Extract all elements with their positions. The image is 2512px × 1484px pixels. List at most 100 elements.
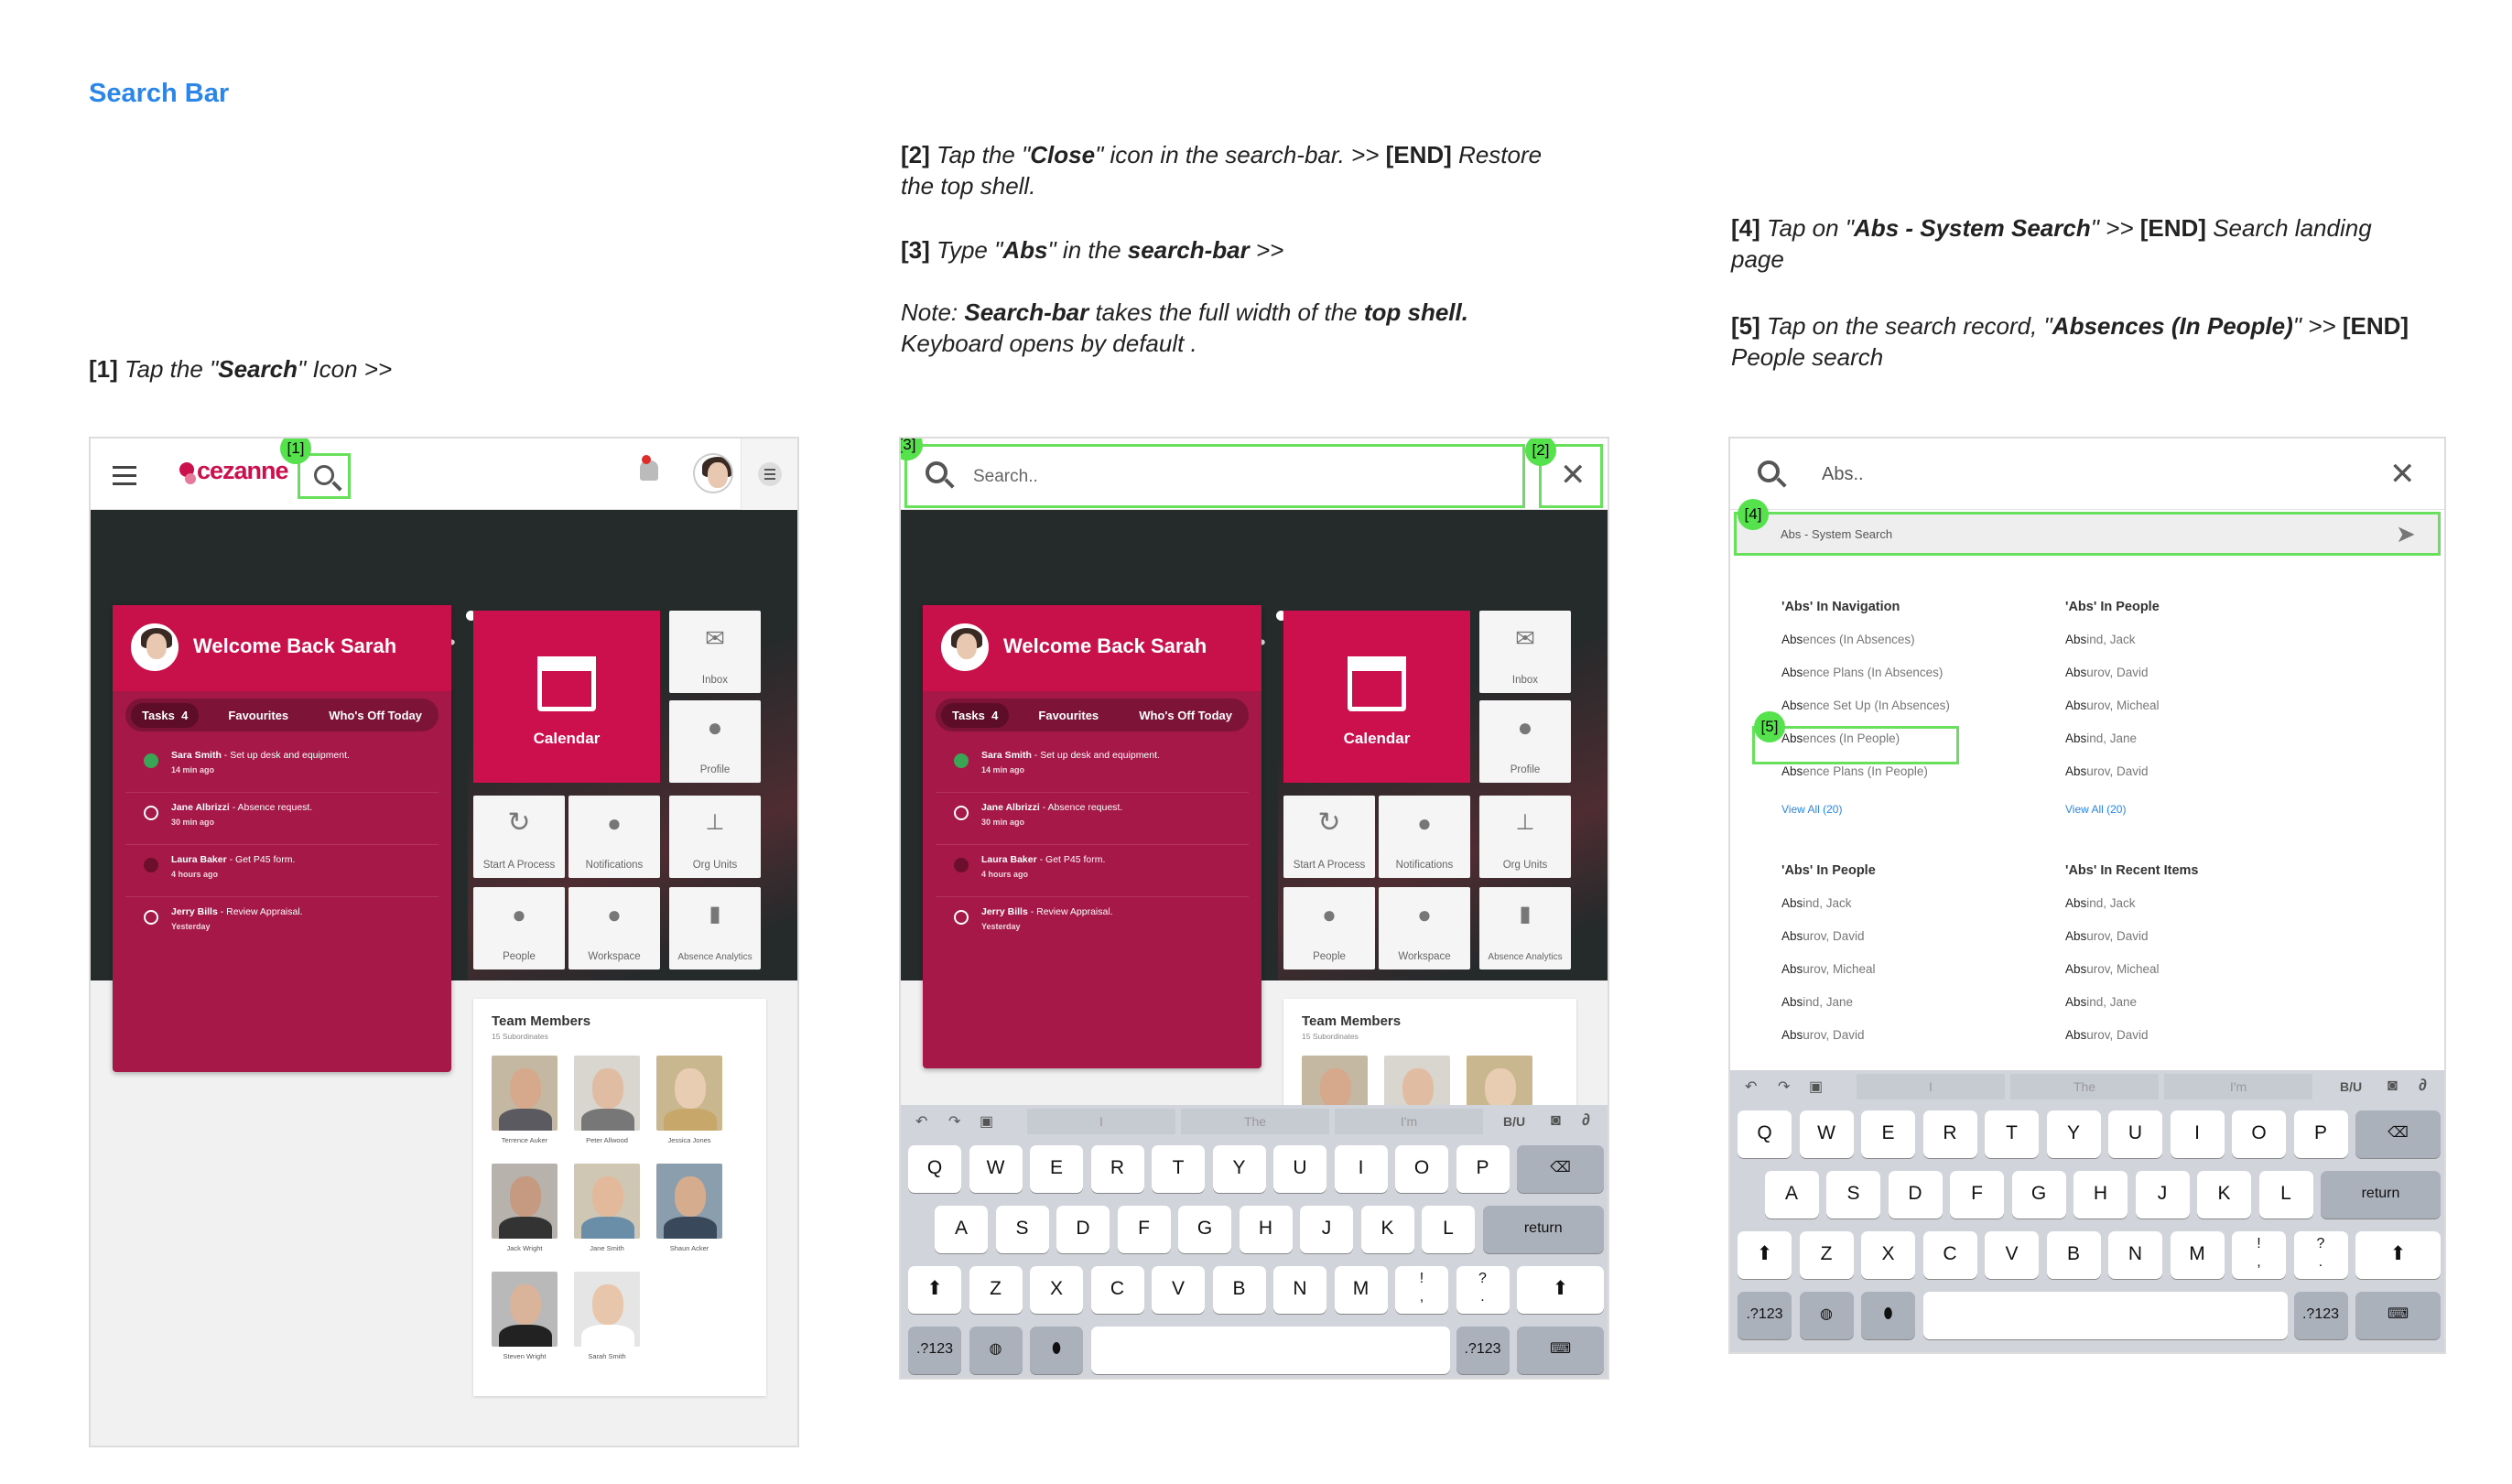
undo-icon[interactable]: ↶ <box>1745 1078 1757 1096</box>
tile-people[interactable]: ● People <box>473 887 565 969</box>
tile-profile[interactable]: ● Profile <box>669 700 761 783</box>
search-result-item[interactable]: Absurov, David <box>2065 666 2149 679</box>
team-member[interactable]: Shaun Acker <box>656 1164 722 1252</box>
key-u[interactable]: U <box>1273 1145 1326 1193</box>
key-w[interactable]: W <box>1799 1110 1854 1158</box>
user-avatar[interactable] <box>693 453 733 493</box>
search-icon[interactable] <box>314 465 334 485</box>
attachment-icon[interactable]: ∂ <box>2419 1076 2427 1095</box>
key-2[interactable]: C <box>1090 1266 1144 1314</box>
tile-start-a-process[interactable]: ↻ Start A Process <box>473 796 565 878</box>
format-button[interactable]: B/U <box>1503 1114 1525 1129</box>
shift-key[interactable]: ⬆ <box>908 1266 961 1314</box>
key-e[interactable]: E <box>1030 1145 1083 1193</box>
suggestion-item[interactable]: The <box>2010 1074 2159 1099</box>
tab-tasks[interactable]: Tasks 4 <box>131 702 200 728</box>
system-search-row[interactable]: Abs - System Search ➤ <box>1734 512 2441 556</box>
hide-keyboard-icon[interactable]: ⌨ <box>2355 1292 2441 1339</box>
key-e[interactable]: E <box>1861 1110 1915 1158</box>
key-d[interactable]: D <box>1888 1171 1943 1219</box>
backspace-key[interactable]: ⌫ <box>1517 1145 1604 1193</box>
redo-icon[interactable]: ↷ <box>1778 1078 1790 1096</box>
key-6[interactable]: M <box>2170 1231 2225 1279</box>
view-all-people-link[interactable]: View All (20) <box>2065 803 2126 816</box>
tab-tasks[interactable]: Tasks 4 <box>941 702 1010 728</box>
suggestion-item[interactable]: I'm <box>1335 1109 1483 1134</box>
numbers-key[interactable]: .?123 <box>908 1327 961 1374</box>
tile-profile[interactable]: ● Profile <box>1479 700 1571 783</box>
key-w[interactable]: W <box>969 1145 1023 1193</box>
view-all-nav-link[interactable]: View All (20) <box>1781 803 1842 816</box>
backspace-key[interactable]: ⌫ <box>2355 1110 2441 1158</box>
team-member[interactable]: Jack Wright <box>492 1164 558 1252</box>
suggestion-item[interactable]: The <box>1181 1109 1329 1134</box>
search-result-item[interactable]: Absind, Jack <box>1781 896 1852 910</box>
close-icon[interactable]: ✕ <box>1560 460 1586 491</box>
globe-icon[interactable]: ◍ <box>1799 1292 1854 1339</box>
task-item[interactable]: Jane Albrizzi - Absence request. 30 min a… <box>936 793 1249 845</box>
search-input[interactable]: Search.. <box>973 467 1038 487</box>
list-menu-icon[interactable] <box>741 439 797 510</box>
tile-inbox[interactable]: ✉ Inbox <box>669 611 761 693</box>
key-f[interactable]: F <box>1117 1206 1171 1253</box>
send-icon[interactable]: ➤ <box>2396 520 2416 547</box>
key-q[interactable]: Q <box>908 1145 961 1193</box>
search-result-item[interactable]: Absurov, David <box>2065 1028 2149 1042</box>
redo-icon[interactable]: ↷ <box>948 1112 960 1131</box>
return-key[interactable]: return <box>1482 1206 1604 1253</box>
key-d[interactable]: D <box>1056 1206 1110 1253</box>
search-result-item[interactable]: Absind, Jane <box>2065 995 2137 1009</box>
space-key[interactable] <box>1922 1292 2288 1339</box>
key-7[interactable]: ! , <box>1395 1266 1448 1314</box>
task-item[interactable]: Laura Baker - Get P45 form. 4 hours ago <box>936 845 1249 897</box>
numbers-key-right[interactable]: .?123 <box>2293 1292 2348 1339</box>
team-member[interactable]: Peter Allwood <box>574 1056 640 1144</box>
team-member[interactable]: Jessica Jones <box>656 1056 722 1144</box>
task-item[interactable]: Jerry Bills - Review Appraisal. Yesterday <box>936 897 1249 949</box>
search-result-item[interactable]: Absurov, David <box>1781 929 1865 943</box>
key-g[interactable]: G <box>2011 1171 2066 1219</box>
key-u[interactable]: U <box>2108 1110 2162 1158</box>
key-t[interactable]: T <box>1152 1145 1205 1193</box>
key-s[interactable]: S <box>1826 1171 1880 1219</box>
key-r[interactable]: R <box>1090 1145 1144 1193</box>
key-8[interactable]: ? . <box>1456 1266 1510 1314</box>
space-key[interactable] <box>1090 1327 1450 1374</box>
camera-icon[interactable]: ◙ <box>2387 1076 2398 1095</box>
attachment-icon[interactable]: ∂ <box>1582 1110 1590 1130</box>
tile-notifications[interactable]: ● Notifications <box>568 796 660 878</box>
search-result-item[interactable]: Absind, Jane <box>1781 995 1853 1009</box>
return-key[interactable]: return <box>2321 1171 2441 1219</box>
search-result-item[interactable]: Absind, Jack <box>2065 896 2136 910</box>
key-p[interactable]: P <box>1456 1145 1510 1193</box>
key-k[interactable]: K <box>2197 1171 2251 1219</box>
key-o[interactable]: O <box>1395 1145 1448 1193</box>
microphone-icon[interactable]: ⬮ <box>1030 1327 1083 1374</box>
key-4[interactable]: B <box>2046 1231 2101 1279</box>
team-member[interactable]: Jane Smith <box>574 1164 640 1252</box>
key-j[interactable]: J <box>2135 1171 2190 1219</box>
tile-calendar[interactable]: Calendar <box>473 611 660 783</box>
key-r[interactable]: R <box>1922 1110 1977 1158</box>
key-1[interactable]: X <box>1861 1231 1915 1279</box>
search-result-item[interactable]: Absence Plans (In People) <box>1781 764 1928 778</box>
tile-workspace[interactable]: ● Workspace <box>568 887 660 969</box>
search-result-item[interactable]: Absurov, David <box>1781 1028 1865 1042</box>
key-t[interactable]: T <box>1985 1110 2039 1158</box>
task-item[interactable]: Jerry Bills - Review Appraisal. Yesterday <box>125 897 439 949</box>
tab-whos-off-today[interactable]: Who's Off Today <box>318 703 433 728</box>
key-1[interactable]: X <box>1030 1266 1083 1314</box>
key-5[interactable]: N <box>1273 1266 1326 1314</box>
key-a[interactable]: A <box>1764 1171 1819 1219</box>
tile-people[interactable]: ● People <box>1283 887 1375 969</box>
suggestion-item[interactable]: I <box>1857 1074 2005 1099</box>
key-6[interactable]: M <box>1334 1266 1388 1314</box>
numbers-key-right[interactable]: .?123 <box>1456 1327 1510 1374</box>
search-result-item[interactable]: Absind, Jack <box>2065 633 2136 646</box>
search-result-item[interactable]: Absurov, Micheal <box>2065 699 2160 712</box>
key-o[interactable]: O <box>2232 1110 2286 1158</box>
shift-key-right[interactable]: ⬆ <box>1517 1266 1604 1314</box>
suggestion-item[interactable]: I'm <box>2164 1074 2312 1099</box>
tab-favourites[interactable]: Favourites <box>217 703 299 728</box>
key-0[interactable]: Z <box>1799 1231 1854 1279</box>
